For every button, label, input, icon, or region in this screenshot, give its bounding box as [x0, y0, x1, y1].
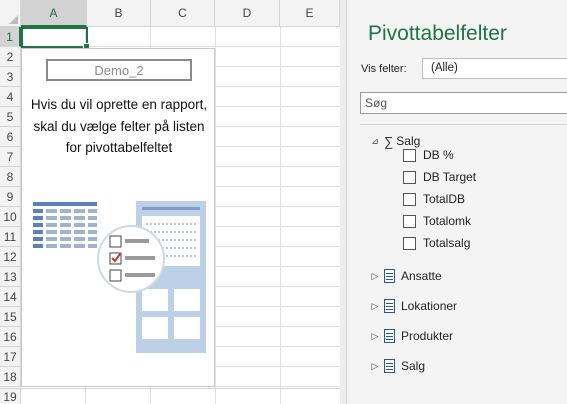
- column-headers: A B C D E: [21, 0, 340, 27]
- field-item[interactable]: Totalsalg: [403, 233, 470, 253]
- field-checkbox[interactable]: [403, 236, 416, 250]
- collapse-triangle-icon[interactable]: ⊿: [370, 136, 380, 147]
- field-item[interactable]: Totalomk: [403, 211, 471, 231]
- field-label: DB Target: [423, 170, 477, 184]
- pane-title: Pivottabelfelter: [368, 22, 507, 45]
- row-header[interactable]: 17: [0, 347, 21, 367]
- expand-chevron-icon[interactable]: ▷: [370, 331, 380, 342]
- pivot-fields-pane: Pivottabelfelter Vis felter: (Alle) Søg …: [340, 0, 567, 404]
- table-item-produkter[interactable]: ▷ Produkter: [370, 326, 453, 346]
- field-item[interactable]: DB %: [403, 145, 454, 165]
- table-item-ansatte[interactable]: ▷ Ansatte: [370, 266, 442, 286]
- select-all-corner[interactable]: [0, 0, 21, 27]
- row-header[interactable]: 4: [0, 87, 21, 107]
- column-header-b[interactable]: B: [87, 0, 151, 27]
- select-all-triangle-icon: [9, 15, 18, 24]
- row-header[interactable]: 18: [0, 367, 21, 387]
- table-icon: [384, 299, 395, 313]
- field-label: Totalsalg: [423, 236, 471, 250]
- table-icon: [384, 359, 395, 373]
- table-label: Salg: [401, 359, 426, 373]
- field-label: TotalDB: [423, 192, 466, 206]
- row-header[interactable]: 14: [0, 287, 21, 307]
- show-fields-label: Vis felter:: [361, 63, 407, 75]
- expand-chevron-icon[interactable]: ▷: [370, 271, 380, 282]
- row-header[interactable]: 1: [0, 27, 21, 47]
- table-icon: [384, 329, 395, 343]
- table-label: Produkter: [401, 329, 454, 343]
- show-fields-dropdown[interactable]: (Alle): [422, 58, 567, 79]
- field-search-input[interactable]: Søg: [360, 92, 567, 114]
- pivot-instruction-text: Hvis du vil oprette en rapport, skal du …: [30, 97, 208, 155]
- row-header[interactable]: 11: [0, 227, 21, 247]
- row-headers: 1 2 3 4 5 6 7 8 9 10 11 12 13 14 15 16 1…: [0, 27, 21, 404]
- field-label: Totalomk: [423, 214, 472, 228]
- expand-chevron-icon[interactable]: ▷: [370, 361, 380, 372]
- table-item-salg[interactable]: ▷ Salg: [370, 356, 425, 376]
- row-header[interactable]: 6: [0, 127, 21, 147]
- column-header-e[interactable]: E: [280, 0, 340, 27]
- pivot-table-name: Demo_2: [46, 59, 192, 81]
- row-header[interactable]: 19: [0, 387, 21, 404]
- row-header[interactable]: 12: [0, 247, 21, 267]
- table-label: Ansatte: [401, 269, 442, 283]
- field-checkbox[interactable]: [403, 170, 416, 184]
- table-icon: [384, 269, 395, 283]
- table-item-lokationer[interactable]: ▷ Lokationer: [370, 296, 457, 316]
- expand-chevron-icon[interactable]: ▷: [370, 301, 380, 312]
- row-header[interactable]: 5: [0, 107, 21, 127]
- row-header[interactable]: 8: [0, 167, 21, 187]
- pane-divider: [360, 124, 567, 125]
- sigma-icon: ∑: [384, 133, 394, 149]
- field-label: DB %: [423, 148, 454, 162]
- row-header[interactable]: 2: [0, 47, 21, 67]
- field-checkbox[interactable]: [403, 148, 416, 162]
- table-label: Lokationer: [401, 299, 458, 313]
- sheet-bottom-divider: [0, 388, 340, 389]
- column-header-c[interactable]: C: [151, 0, 215, 27]
- row-header[interactable]: 16: [0, 327, 21, 347]
- field-item[interactable]: TotalDB: [403, 189, 465, 209]
- pivot-table-placeholder[interactable]: Demo_2 Hvis du vil oprette en rapport, s…: [21, 48, 215, 387]
- field-item[interactable]: DB Target: [403, 167, 476, 187]
- row-header[interactable]: 3: [0, 67, 21, 87]
- column-header-a[interactable]: A: [21, 0, 87, 27]
- column-header-d[interactable]: D: [215, 0, 280, 27]
- spreadsheet-grid[interactable]: A B C D E 1 2 3 4 5 6 7 8 9 10 11 12 13 …: [0, 0, 340, 404]
- row-header[interactable]: 15: [0, 307, 21, 327]
- field-checkbox[interactable]: [403, 192, 416, 206]
- row-header[interactable]: 7: [0, 147, 21, 167]
- active-cell-a1[interactable]: [21, 27, 90, 50]
- field-checkbox[interactable]: [403, 214, 416, 228]
- pivot-illustration-icon: [33, 201, 206, 353]
- pane-left-edge: [346, 0, 347, 404]
- row-header[interactable]: 9: [0, 187, 21, 207]
- row-header[interactable]: 13: [0, 267, 21, 287]
- row-header[interactable]: 10: [0, 207, 21, 227]
